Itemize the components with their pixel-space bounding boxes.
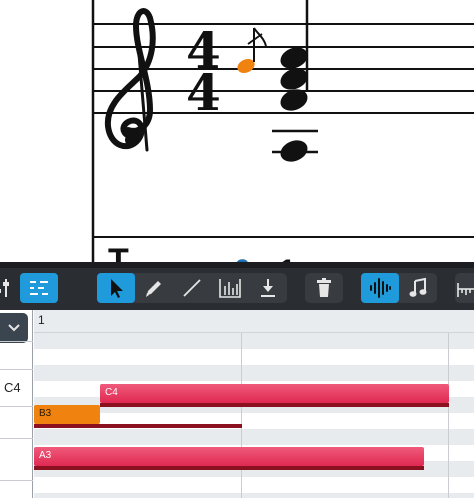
note-a3[interactable]: A3 bbox=[34, 447, 424, 470]
piano-roll-toolbar bbox=[0, 262, 474, 310]
note-label: C4 bbox=[105, 387, 118, 398]
pointer-icon bbox=[111, 279, 123, 298]
audio-view-button[interactable] bbox=[361, 273, 399, 303]
music-note-icon bbox=[409, 277, 427, 297]
piano-keys: C4 bbox=[0, 310, 33, 498]
merge-down-button[interactable] bbox=[249, 273, 287, 303]
treble-clef-icon bbox=[104, 8, 156, 152]
key-label-c4: C4 bbox=[4, 380, 21, 395]
mixer-button[interactable] bbox=[0, 273, 14, 303]
draw-tool-button[interactable] bbox=[135, 273, 173, 303]
note-b3[interactable]: B3 bbox=[34, 405, 242, 428]
trash-icon bbox=[317, 278, 331, 297]
note-label: A3 bbox=[39, 450, 52, 461]
note-label: B3 bbox=[39, 408, 52, 419]
time-signature-bottom: 4 bbox=[186, 63, 221, 122]
tab-fret-1: 0 bbox=[234, 254, 251, 262]
chord-noteheads[interactable] bbox=[277, 43, 310, 165]
note-c4[interactable]: C4 bbox=[100, 384, 449, 407]
quantize-button[interactable] bbox=[20, 273, 58, 303]
velocity-tool-button[interactable] bbox=[211, 273, 249, 303]
ruler-icon bbox=[457, 283, 474, 297]
midi-view-button[interactable] bbox=[399, 273, 437, 303]
merge-down-icon bbox=[261, 279, 275, 297]
score-view[interactable]: 4 4 T 0 1 bbox=[0, 0, 474, 262]
delete-button[interactable] bbox=[305, 273, 343, 303]
line-tool-button[interactable] bbox=[173, 273, 211, 303]
quantize-icon bbox=[30, 281, 48, 295]
tab-fret-2: 1 bbox=[279, 254, 296, 262]
staff-canvas: 4 4 T 0 1 bbox=[91, 0, 474, 262]
chevron-down-icon bbox=[8, 324, 20, 332]
note-grid[interactable]: 1 C4 B3 A3 bbox=[34, 310, 474, 498]
line-icon bbox=[183, 279, 201, 297]
select-tool-button[interactable] bbox=[97, 273, 135, 303]
key-range-dropdown[interactable] bbox=[0, 313, 28, 343]
piano-roll[interactable]: C4 1 C4 B3 A3 bbox=[0, 310, 474, 498]
ruler-button[interactable] bbox=[455, 273, 474, 303]
waveform-icon bbox=[370, 278, 391, 298]
pencil-icon bbox=[146, 281, 161, 297]
bar-number: 1 bbox=[38, 313, 45, 327]
velocity-icon bbox=[219, 279, 241, 298]
mixer-icon bbox=[0, 279, 9, 297]
bar-ruler[interactable]: 1 bbox=[34, 310, 474, 333]
tab-label: T bbox=[108, 242, 129, 262]
